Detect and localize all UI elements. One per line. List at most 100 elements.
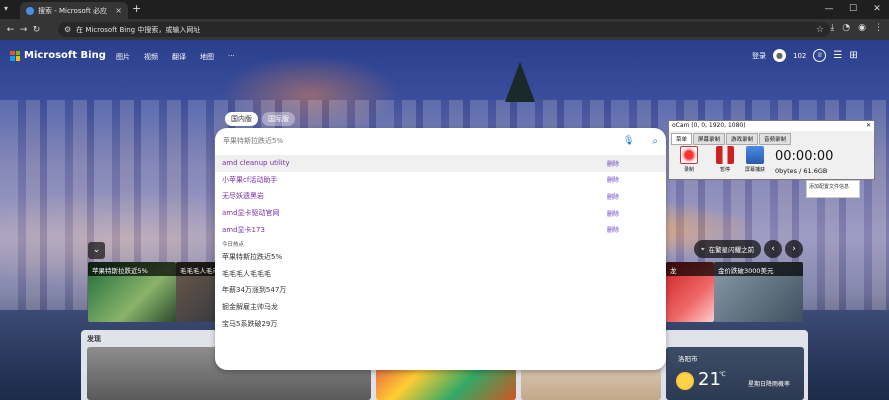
bing-logo-text: Microsoft Bing	[24, 50, 106, 61]
history-delete-link[interactable]: 删除	[607, 192, 619, 201]
trending-card-caption: 金价跌破3000美元	[714, 262, 803, 276]
trending-card[interactable]: 苹果特斯拉跌近5%	[88, 262, 176, 322]
next-image-icon[interactable]: ›	[785, 240, 803, 258]
trending-item[interactable]: 掘金解雇主帅马龙	[215, 299, 666, 316]
image-location-button[interactable]: ⌖ 在繁星闪耀之前	[694, 240, 762, 258]
history-delete-link[interactable]: 删除	[607, 209, 619, 218]
new-tab-icon[interactable]: +	[132, 2, 141, 15]
hamburger-menu-icon[interactable]: ☰	[833, 50, 842, 61]
trending-card[interactable]: 金价跌破3000美元	[714, 262, 803, 322]
history-query: amd显卡173	[222, 225, 265, 234]
bing-nav: 图片 视频 翻译 地图 ···	[116, 52, 235, 62]
search-bar: 🎙 ⌕	[223, 134, 658, 148]
nav-videos[interactable]: 视频	[144, 52, 158, 62]
reload-icon[interactable]: ↻	[30, 25, 43, 35]
ocam-tab-audio[interactable]: 音频录制	[759, 133, 792, 145]
toolbar-tools: ⤓ ◔ ◉ ⋮	[830, 23, 883, 33]
trending-item[interactable]: 年薪34万涨到547万	[215, 282, 666, 299]
nav-translate[interactable]: 翻译	[172, 52, 186, 62]
microphone-icon[interactable]: 🎙	[623, 136, 634, 146]
ocam-tab-game[interactable]: 游戏录制	[726, 133, 759, 145]
trending-heading: 今日热点	[222, 242, 245, 248]
ocam-close-icon[interactable]: ✕	[866, 122, 871, 130]
history-item[interactable]: amd cleanup utility 删除	[215, 155, 666, 172]
window-controls: — ☐ ✕	[817, 0, 889, 19]
trending-item[interactable]: 苹果特斯拉跌近5%	[215, 249, 666, 266]
history-item[interactable]: amd显卡驱动官网 删除	[215, 205, 666, 222]
ocam-pause-button[interactable]: 暂停	[713, 146, 737, 178]
trending-card[interactable]: 毛毛毛人毛毛毛	[176, 262, 216, 322]
search-icon[interactable]: ⌕	[652, 136, 658, 147]
forward-icon[interactable]: →	[17, 25, 30, 35]
minimize-icon[interactable]: —	[817, 0, 841, 19]
prev-image-icon[interactable]: ‹	[764, 240, 782, 258]
history-delete-link[interactable]: 删除	[607, 159, 619, 168]
trending-item[interactable]: 毛毛毛人毛毛毛	[215, 266, 666, 283]
extensions-icon[interactable]: ◉	[858, 23, 866, 33]
history-query: amd显卡驱动官网	[222, 209, 280, 218]
ocam-timer: 00:00:00	[775, 149, 834, 164]
back-icon[interactable]: ←	[4, 25, 17, 35]
ocam-tab-screen[interactable]: 屏幕录制	[693, 133, 726, 145]
ocam-window: oCam (0, 0, 1920, 1080) ✕ 菜单 屏幕录制 游戏录制 音…	[668, 120, 875, 180]
ocam-title: oCam (0, 0, 1920, 1080)	[672, 122, 746, 129]
microsoft-logo-icon	[10, 50, 20, 61]
collapse-chevron-icon[interactable]: ⌄	[88, 242, 105, 259]
ocam-capture-label: 屏幕捕获	[744, 167, 765, 173]
close-tab-icon[interactable]: ×	[115, 6, 122, 15]
history-item[interactable]: 小苹果cf活动助手 删除	[215, 172, 666, 189]
trending-item[interactable]: 宝马5系跌破29万	[215, 315, 666, 332]
nav-more[interactable]: ···	[228, 52, 235, 62]
user-avatar-icon[interactable]: ●	[773, 49, 786, 62]
profile-icon[interactable]: ◔	[842, 23, 850, 33]
history-query: 无尽妖遗黑岩	[222, 192, 264, 201]
address-bar[interactable]: ⚙ 在 Microsoft Bing 中搜索，或输入网址 ☆	[58, 22, 830, 37]
history-item[interactable]: 无尽妖遗黑岩 删除	[215, 188, 666, 205]
weather-temperature: 21	[698, 369, 721, 390]
search-input[interactable]	[223, 137, 623, 145]
ocam-record-button[interactable]: 录制	[677, 146, 701, 178]
trending-card-caption: 龙	[666, 262, 714, 276]
region-domestic-chip[interactable]: 国内版	[225, 112, 258, 126]
location-pin-icon: ⌖	[701, 244, 705, 253]
history-delete-link[interactable]: 删除	[607, 225, 619, 234]
bing-logo[interactable]: Microsoft Bing	[10, 50, 106, 61]
trending-list: 苹果特斯拉跌近5% 毛毛毛人毛毛毛 年薪34万涨到547万 掘金解雇主帅马龙 宝…	[215, 249, 666, 332]
nav-maps[interactable]: 地图	[200, 52, 214, 62]
browser-tab-bing[interactable]: 搜索 - Microsoft 必应 ×	[20, 2, 128, 19]
image-location-label: 在繁星闪耀之前	[708, 246, 755, 254]
trending-card[interactable]: 龙	[666, 262, 714, 322]
history-item[interactable]: amd显卡173 删除	[215, 221, 666, 238]
maximize-icon[interactable]: ☐	[841, 0, 865, 19]
apps-grid-icon[interactable]: ⊞	[849, 50, 857, 61]
region-switch: 国内版 国际版	[225, 112, 295, 126]
temperature-unit: ℃	[719, 371, 726, 378]
nav-images[interactable]: 图片	[116, 52, 130, 62]
history-delete-link[interactable]: 删除	[607, 175, 619, 184]
download-icon[interactable]: ⤓	[830, 23, 834, 33]
bookmark-star-icon[interactable]: ☆	[816, 25, 824, 35]
rewards-points[interactable]: 102	[793, 52, 806, 60]
ocam-capture-button[interactable]: 屏幕捕获	[743, 146, 767, 178]
ocam-titlebar: oCam (0, 0, 1920, 1080) ✕	[669, 121, 874, 131]
site-info-icon[interactable]: ⚙	[64, 25, 71, 34]
browser-toolbar: ← → ↻ ⚙ 在 Microsoft Bing 中搜索，或输入网址 ☆ ⤓ ◔…	[0, 19, 889, 40]
trending-card-caption: 毛毛毛人毛毛毛	[176, 262, 216, 276]
region-international-chip[interactable]: 国际版	[262, 112, 295, 126]
pause-icon	[716, 146, 734, 164]
ocam-tab-menu[interactable]: 菜单	[671, 133, 693, 145]
history-query: 小苹果cf活动助手	[222, 175, 278, 184]
login-link[interactable]: 登录	[752, 51, 766, 61]
header-right: 登录 ● 102 ♕ ☰ ⊞	[752, 49, 858, 62]
monitor-icon	[746, 146, 764, 164]
tab-search-icon[interactable]: ▾	[4, 4, 8, 13]
ocam-tabs: 菜单 屏幕录制 游戏录制 音频录制	[671, 133, 792, 145]
menu-kebab-icon[interactable]: ⋮	[874, 23, 883, 33]
record-icon	[680, 146, 698, 164]
rewards-trophy-icon[interactable]: ♕	[813, 49, 827, 62]
trending-card-caption: 苹果特斯拉跌近5%	[88, 262, 176, 276]
bing-homepage: Microsoft Bing 图片 视频 翻译 地图 ··· 登录 ● 102 …	[0, 40, 889, 400]
background-tree	[505, 62, 535, 102]
close-window-icon[interactable]: ✕	[865, 0, 889, 19]
weather-card[interactable]: 洛阳市 21 ℃ 星期日降雨概率	[666, 347, 804, 400]
